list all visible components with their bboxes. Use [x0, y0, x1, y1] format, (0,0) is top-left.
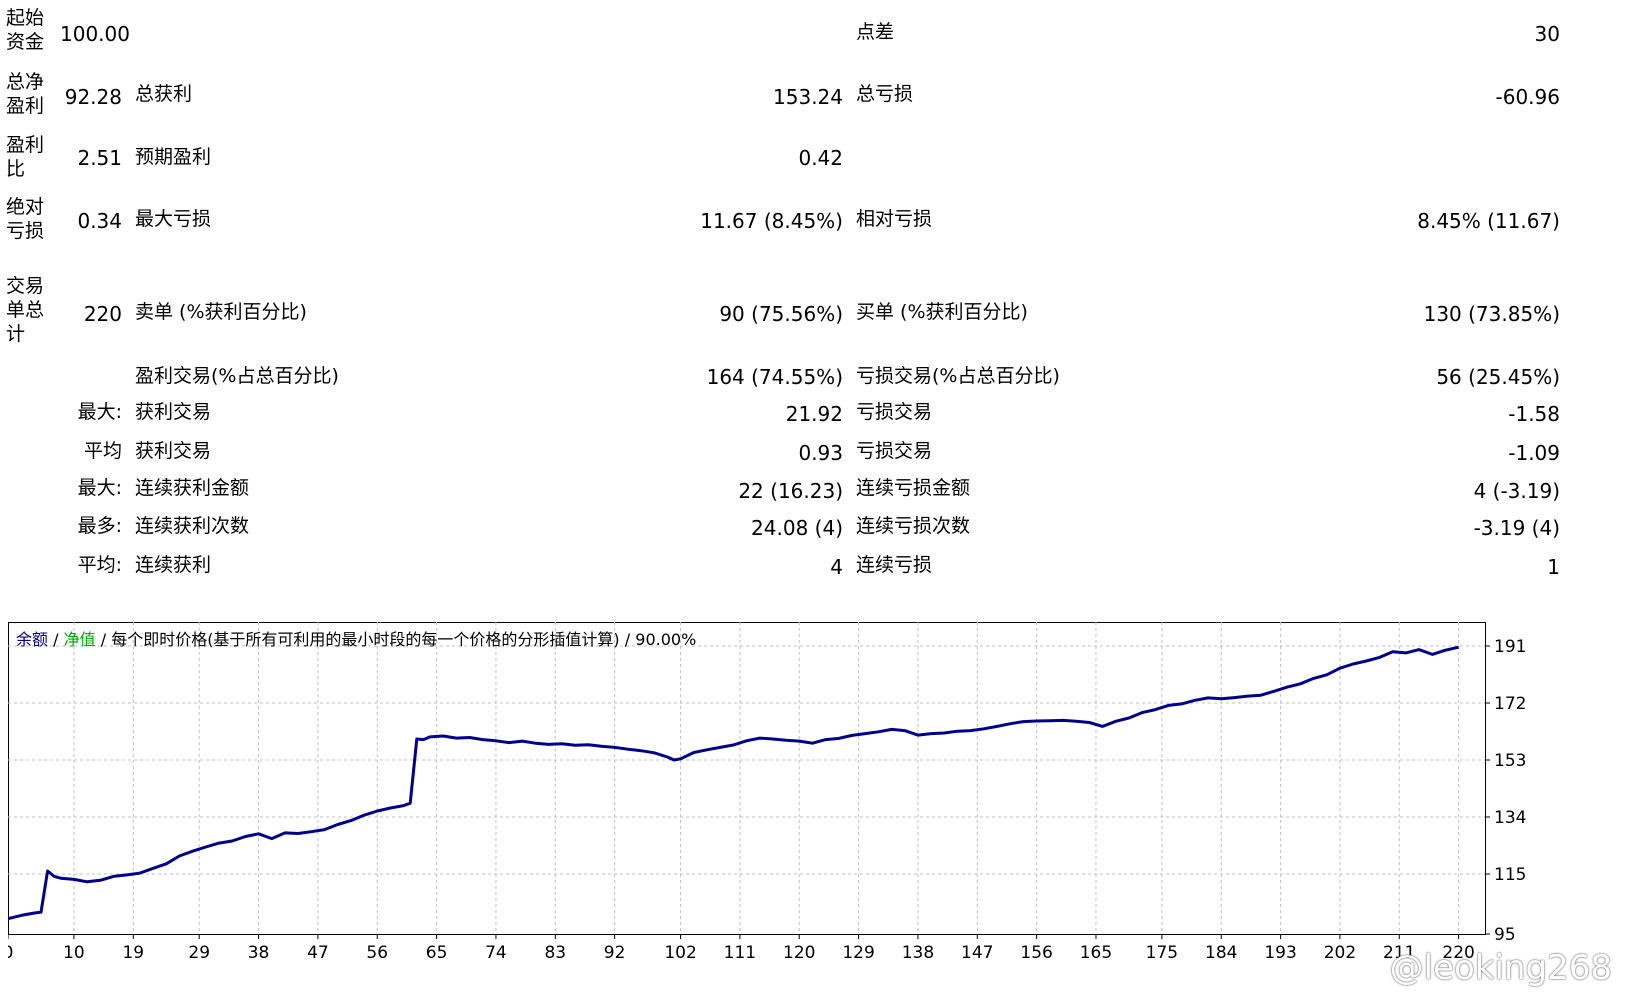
value-gross-profit: 153.24 [773, 85, 843, 109]
y-tick-label: 95 [1494, 925, 1516, 945]
x-tick-label: 129 [842, 943, 874, 963]
y-tick-label: 115 [1494, 865, 1526, 885]
x-tick-label: 92 [604, 943, 626, 963]
label-absolute-drawdown: 绝对亏损 [6, 196, 45, 242]
legend-balance: 余额 [16, 630, 49, 649]
x-tick-label: 19 [122, 943, 144, 963]
x-tick-label: 175 [1146, 943, 1178, 963]
prefix-average-consecutive: 平均: [77, 554, 122, 576]
prefix-maximal-consecutive: 最多: [77, 515, 122, 537]
label-profit-trades: 盈利交易(%占总百分比) [135, 365, 339, 387]
legend-separator: / [53, 630, 59, 649]
x-tick-label: 47 [307, 943, 329, 963]
value-average-consecutive-loss: 1 [1547, 555, 1560, 579]
label-max-consecutive-profit: 连续获利金额 [135, 477, 250, 499]
label-spread: 点差 [856, 21, 895, 43]
label-maximal-drawdown: 最大亏损 [135, 208, 212, 230]
label-total-net-profit: 总净盈利 [6, 71, 45, 117]
x-tick-label: 138 [902, 943, 934, 963]
legend-equity: 净值 [63, 630, 96, 649]
legend-separator: / [100, 630, 107, 649]
x-tick-label: 56 [366, 943, 388, 963]
legend-modeling-quality: 90.00% [635, 630, 697, 649]
value-average-profit: 0.93 [798, 441, 843, 465]
prefix-average: 平均 [83, 440, 122, 462]
label-max-consecutive-loss: 连续亏损金额 [856, 477, 971, 499]
x-tick-label: 74 [485, 943, 507, 963]
x-tick-label: 111 [724, 943, 756, 963]
label-relative-drawdown: 相对亏损 [856, 208, 933, 230]
watermark: @leoking268 [1389, 948, 1612, 988]
value-largest-loss: -1.58 [1508, 402, 1560, 426]
label-total-trades: 交易单总计 [6, 275, 45, 345]
y-tick-label: 134 [1494, 808, 1526, 828]
label-long-positions: 买单 (%获利百分比) [856, 301, 1028, 323]
x-tick-label: 147 [961, 943, 993, 963]
report-table: 起始资金 100.00 点差 30 总净盈利 92.28 总获利 153.24 … [0, 0, 1636, 620]
label-gross-profit: 总获利 [135, 83, 193, 105]
value-loss-trades: 56 (25.45%) [1436, 365, 1560, 389]
x-tick-label: 38 [248, 943, 270, 963]
x-tick-label: 165 [1080, 943, 1112, 963]
y-tick-label: 153 [1494, 751, 1526, 771]
label-largest-profit: 获利交易 [135, 401, 212, 423]
prefix-largest: 最大: [77, 401, 122, 423]
value-average-consecutive-profit: 4 [830, 555, 843, 579]
x-tick-label: 156 [1020, 943, 1052, 963]
value-maximal-drawdown: 11.67 (8.45%) [700, 209, 843, 233]
label-average-loss: 亏损交易 [856, 440, 933, 462]
label-profit-factor: 盈利比 [6, 134, 45, 180]
value-profit-trades: 164 (74.55%) [706, 365, 843, 389]
label-expected-payoff: 预期盈利 [135, 146, 212, 168]
value-maximal-consecutive-profit: 24.08 (4) [751, 516, 843, 540]
balance-chart-svg: 0 10 19 29 38 47 56 65 74 83 92 102 111 120 129 138 147 1… [8, 622, 1526, 963]
value-total-net-profit: 92.28 [64, 85, 122, 109]
value-short-positions: 90 (75.56%) [719, 302, 843, 326]
value-profit-factor: 2.51 [77, 146, 122, 170]
x-tick-label: 102 [664, 943, 696, 963]
value-relative-drawdown: 8.45% (11.67) [1417, 209, 1560, 233]
legend-separator: / [624, 630, 631, 649]
value-initial-deposit: 100.00 [60, 22, 130, 46]
label-maximal-consecutive-profit: 连续获利次数 [135, 515, 250, 537]
label-average-profit: 获利交易 [135, 440, 212, 462]
x-tick-label: 0 [8, 943, 13, 963]
label-initial-deposit: 起始资金 [6, 7, 45, 53]
value-expected-payoff: 0.42 [798, 146, 843, 170]
value-total-trades: 220 [83, 302, 122, 326]
label-average-consecutive-profit: 连续获利 [135, 554, 212, 576]
y-tick-label: 191 [1494, 637, 1526, 657]
label-largest-loss: 亏损交易 [856, 401, 933, 423]
x-tick-label: 29 [188, 943, 210, 963]
label-short-positions: 卖单 (%获利百分比) [135, 301, 307, 323]
x-tick-label: 83 [544, 943, 566, 963]
y-tick-label: 172 [1494, 694, 1526, 714]
value-long-positions: 130 (73.85%) [1423, 302, 1560, 326]
label-maximal-consecutive-loss: 连续亏损次数 [856, 515, 971, 537]
x-tick-label: 184 [1205, 943, 1237, 963]
x-tick-label: 120 [783, 943, 815, 963]
prefix-max-consecutive: 最大: [77, 477, 122, 499]
value-absolute-drawdown: 0.34 [77, 209, 122, 233]
legend-modeling-mode: 每个即时价格(基于所有可利用的最小时段的每一个价格的分形插值计算) [111, 630, 620, 649]
value-largest-profit: 21.92 [785, 402, 843, 426]
plot-frame [8, 622, 1486, 935]
balance-chart: 0 10 19 29 38 47 56 65 74 83 92 102 111 120 129 138 147 1… [8, 622, 1628, 1000]
value-average-loss: -1.09 [1508, 441, 1560, 465]
label-loss-trades: 亏损交易(%占总百分比) [856, 365, 1060, 387]
value-spread: 30 [1534, 22, 1560, 46]
value-max-consecutive-profit: 22 (16.23) [738, 479, 843, 503]
value-max-consecutive-loss: 4 (-3.19) [1473, 479, 1560, 503]
x-tick-label: 10 [63, 943, 85, 963]
x-tick-label: 193 [1264, 943, 1296, 963]
label-gross-loss: 总亏损 [856, 83, 914, 105]
x-tick-label: 65 [426, 943, 448, 963]
label-average-consecutive-loss: 连续亏损 [856, 554, 933, 576]
value-maximal-consecutive-loss: -3.19 (4) [1473, 516, 1560, 540]
chart-legend: 余额 / 净值 / 每个即时价格(基于所有可利用的最小时段的每一个价格的分形插值… [16, 626, 696, 650]
value-gross-loss: -60.96 [1495, 85, 1560, 109]
x-tick-label: 202 [1324, 943, 1356, 963]
